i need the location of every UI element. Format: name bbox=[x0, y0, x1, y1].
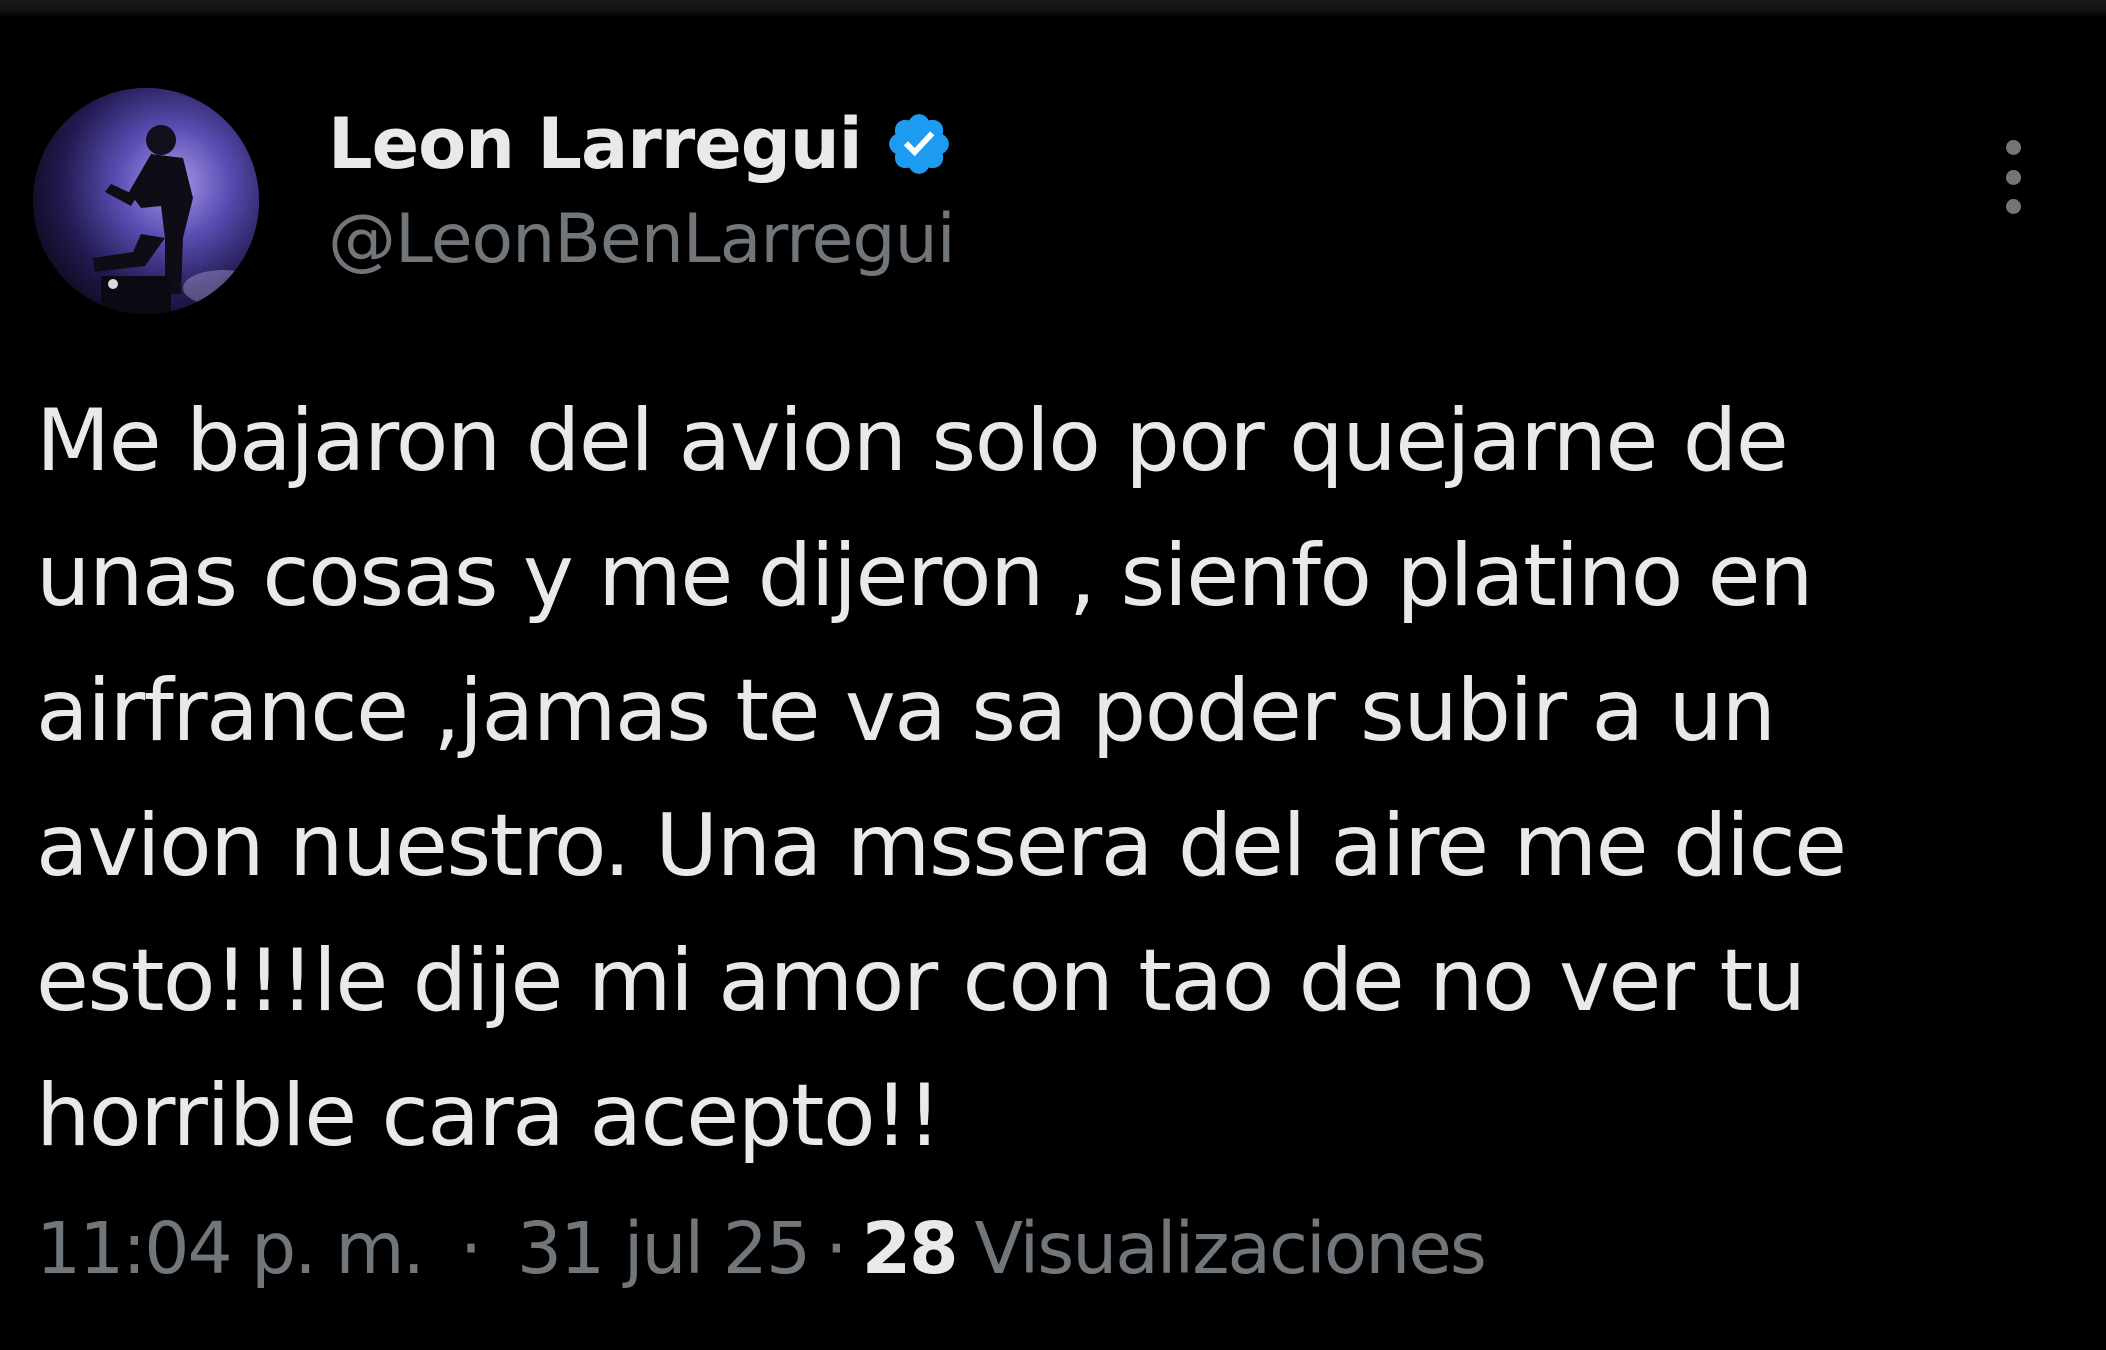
views-label: Visualizaciones bbox=[974, 1207, 1487, 1290]
tweet-meta: 11:04 p. m. · 31 jul 25 · 28 Visualizaci… bbox=[36, 1207, 1487, 1290]
views-count: 28 bbox=[861, 1207, 959, 1290]
verified-badge-icon[interactable] bbox=[884, 109, 954, 179]
tweet-time: 11:04 p. m. bbox=[36, 1207, 425, 1290]
tweet-time-link[interactable]: 11:04 p. m. · 31 jul 25 bbox=[36, 1207, 811, 1290]
tweet-text-line: horrible cara acepto!! bbox=[36, 1066, 942, 1166]
avatar-photo bbox=[33, 88, 259, 314]
tweet-text-line: Me bajaron del avion solo por quejarne d… bbox=[36, 391, 1789, 491]
tweet-text-line: avion nuestro. Una mssera del aire me di… bbox=[36, 796, 1847, 896]
tweet-date: 31 jul 25 bbox=[516, 1207, 811, 1290]
author-name-row: Leon Larregui bbox=[328, 100, 954, 188]
meta-separator: · bbox=[825, 1207, 848, 1290]
tweet-text: Me bajaron del avion solo por quejarne d… bbox=[36, 374, 2086, 1184]
tweet: Leon Larregui @LeonBenLarregui Me bajaro… bbox=[0, 0, 2106, 1350]
meta-separator: · bbox=[459, 1207, 483, 1290]
tweet-text-line: airfrance ,jamas te va sa poder subir a … bbox=[36, 661, 1776, 761]
more-options-button[interactable] bbox=[1994, 140, 2032, 214]
more-dots-icon bbox=[2005, 140, 2021, 155]
avatar[interactable] bbox=[33, 88, 259, 314]
author-handle[interactable]: @LeonBenLarregui bbox=[328, 200, 956, 279]
display-name[interactable]: Leon Larregui bbox=[328, 103, 863, 185]
tweet-text-line: esto!!!le dije mi amor con tao de no ver… bbox=[36, 931, 1806, 1031]
more-dots-icon bbox=[2005, 199, 2021, 214]
more-dots-icon bbox=[2005, 169, 2021, 185]
tweet-text-line: unas cosas y me dijeron , sienfo platino… bbox=[36, 526, 1814, 626]
